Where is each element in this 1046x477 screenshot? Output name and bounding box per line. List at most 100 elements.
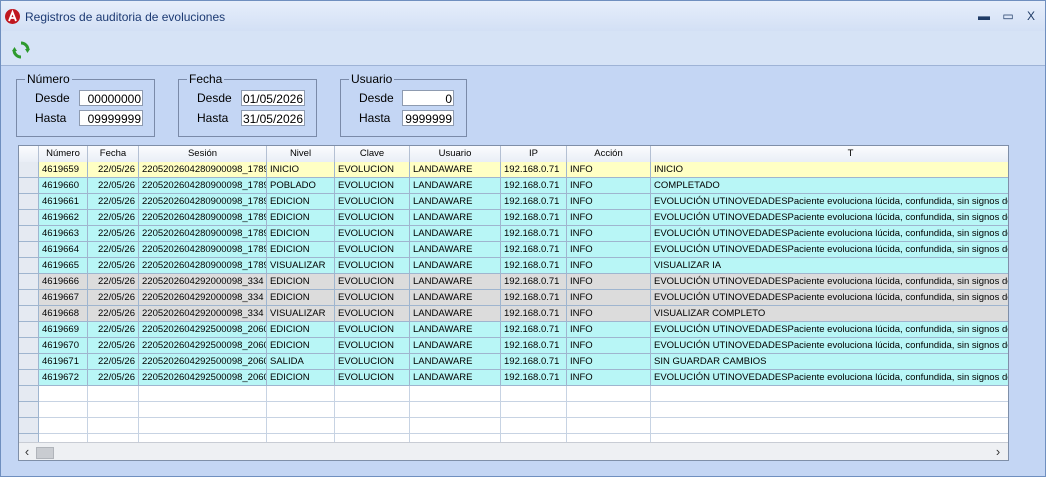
cell-nivel[interactable]: VISUALIZAR	[267, 258, 335, 274]
empty-cell[interactable]	[267, 418, 335, 434]
cell-usuario[interactable]: LANDAWARE	[410, 210, 501, 226]
table-row[interactable]: 4619659 22/05/26 2205202604280900098_1789 I…	[19, 162, 1008, 178]
cell-clave[interactable]: EVOLUCION	[335, 162, 410, 178]
empty-cell[interactable]	[88, 418, 139, 434]
scroll-right-icon[interactable]: ›	[990, 443, 1006, 460]
cell-clave[interactable]: EVOLUCION	[335, 290, 410, 306]
table-row[interactable]: 4619665 22/05/26 2205202604280900098_1789 V…	[19, 258, 1008, 274]
cell-accion[interactable]: INFO	[567, 290, 651, 306]
cell-clave[interactable]: EVOLUCION	[335, 258, 410, 274]
cell-clave[interactable]: EVOLUCION	[335, 370, 410, 386]
cell-clave[interactable]: EVOLUCION	[335, 242, 410, 258]
cell-numero[interactable]: 4619664	[39, 242, 88, 258]
cell-ip[interactable]: 192.168.0.71	[501, 306, 567, 322]
cell-numero[interactable]: 4619669	[39, 322, 88, 338]
cell-nivel[interactable]: EDICION	[267, 242, 335, 258]
cell-accion[interactable]: INFO	[567, 210, 651, 226]
row-indicator[interactable]	[19, 402, 39, 418]
cell-nivel[interactable]: SALIDA	[267, 354, 335, 370]
cell-accion[interactable]: INFO	[567, 258, 651, 274]
table-row[interactable]: 4619668 22/05/26 2205202604292000098_334 VI…	[19, 306, 1008, 322]
cell-sesion[interactable]: 2205202604280900098_1789	[139, 210, 267, 226]
cell-fecha[interactable]: 22/05/26	[88, 226, 139, 242]
cell-sesion[interactable]: 2205202604280900098_1789	[139, 258, 267, 274]
cell-texto[interactable]: EVOLUCIÓN UTINOVEDADESPaciente evolucion…	[651, 210, 1008, 226]
cell-accion[interactable]: INFO	[567, 162, 651, 178]
empty-cell[interactable]	[501, 418, 567, 434]
cell-texto[interactable]: EVOLUCIÓN UTINOVEDADESPaciente evolucion…	[651, 370, 1008, 386]
column-header-fecha[interactable]: Fecha	[88, 146, 139, 162]
close-button[interactable]: X	[1020, 7, 1042, 25]
empty-cell[interactable]	[651, 402, 1008, 418]
table-row[interactable]: 4619662 22/05/26 2205202604280900098_1789 E…	[19, 210, 1008, 226]
scroll-thumb[interactable]	[36, 447, 54, 459]
refresh-icon[interactable]	[11, 40, 31, 60]
cell-clave[interactable]: EVOLUCION	[335, 178, 410, 194]
empty-cell[interactable]	[651, 386, 1008, 402]
cell-texto[interactable]: EVOLUCIÓN UTINOVEDADESPaciente evolucion…	[651, 242, 1008, 258]
cell-nivel[interactable]: VISUALIZAR	[267, 306, 335, 322]
table-row[interactable]: 4619664 22/05/26 2205202604280900098_1789 E…	[19, 242, 1008, 258]
usuario-desde-input[interactable]: 0	[402, 90, 454, 106]
empty-cell[interactable]	[410, 386, 501, 402]
cell-fecha[interactable]: 22/05/26	[88, 354, 139, 370]
cell-texto[interactable]: EVOLUCIÓN UTINOVEDADESPaciente evolucion…	[651, 274, 1008, 290]
cell-fecha[interactable]: 22/05/26	[88, 338, 139, 354]
cell-usuario[interactable]: LANDAWARE	[410, 338, 501, 354]
row-indicator[interactable]	[19, 354, 39, 370]
cell-accion[interactable]: INFO	[567, 306, 651, 322]
cell-accion[interactable]: INFO	[567, 370, 651, 386]
cell-nivel[interactable]: EDICION	[267, 274, 335, 290]
cell-clave[interactable]: EVOLUCION	[335, 354, 410, 370]
row-indicator[interactable]	[19, 274, 39, 290]
cell-nivel[interactable]: EDICION	[267, 322, 335, 338]
empty-cell[interactable]	[139, 418, 267, 434]
table-row[interactable]: 4619660 22/05/26 2205202604280900098_1789 P…	[19, 178, 1008, 194]
column-header-texto[interactable]: T	[651, 146, 1008, 162]
cell-numero[interactable]: 4619667	[39, 290, 88, 306]
cell-usuario[interactable]: LANDAWARE	[410, 258, 501, 274]
row-indicator[interactable]	[19, 322, 39, 338]
cell-fecha[interactable]: 22/05/26	[88, 242, 139, 258]
cell-usuario[interactable]: LANDAWARE	[410, 162, 501, 178]
table-row[interactable]: 4619661 22/05/26 2205202604280900098_1789 E…	[19, 194, 1008, 210]
cell-texto[interactable]: EVOLUCIÓN UTINOVEDADESPaciente evolucion…	[651, 226, 1008, 242]
empty-cell[interactable]	[501, 402, 567, 418]
cell-usuario[interactable]: LANDAWARE	[410, 194, 501, 210]
cell-fecha[interactable]: 22/05/26	[88, 290, 139, 306]
cell-ip[interactable]: 192.168.0.71	[501, 258, 567, 274]
cell-clave[interactable]: EVOLUCION	[335, 210, 410, 226]
cell-sesion[interactable]: 2205202604292500098_20607	[139, 322, 267, 338]
cell-numero[interactable]: 4619662	[39, 210, 88, 226]
empty-cell[interactable]	[410, 402, 501, 418]
cell-nivel[interactable]: POBLADO	[267, 178, 335, 194]
cell-ip[interactable]: 192.168.0.71	[501, 226, 567, 242]
cell-texto[interactable]: COMPLETADO	[651, 178, 1008, 194]
cell-ip[interactable]: 192.168.0.71	[501, 194, 567, 210]
row-indicator[interactable]	[19, 290, 39, 306]
cell-sesion[interactable]: 2205202604292000098_334	[139, 290, 267, 306]
empty-cell[interactable]	[651, 418, 1008, 434]
column-header-nivel[interactable]: Nivel	[267, 146, 335, 162]
cell-nivel[interactable]: EDICION	[267, 226, 335, 242]
row-indicator[interactable]	[19, 370, 39, 386]
cell-numero[interactable]: 4619659	[39, 162, 88, 178]
column-header-clave[interactable]: Clave	[335, 146, 410, 162]
cell-sesion[interactable]: 2205202604292000098_334	[139, 306, 267, 322]
cell-numero[interactable]: 4619660	[39, 178, 88, 194]
empty-cell[interactable]	[88, 386, 139, 402]
cell-nivel[interactable]: EDICION	[267, 290, 335, 306]
empty-cell[interactable]	[567, 402, 651, 418]
cell-usuario[interactable]: LANDAWARE	[410, 178, 501, 194]
cell-accion[interactable]: INFO	[567, 242, 651, 258]
cell-clave[interactable]: EVOLUCION	[335, 226, 410, 242]
cell-sesion[interactable]: 2205202604280900098_1789	[139, 226, 267, 242]
cell-clave[interactable]: EVOLUCION	[335, 338, 410, 354]
cell-ip[interactable]: 192.168.0.71	[501, 338, 567, 354]
cell-accion[interactable]: INFO	[567, 226, 651, 242]
cell-numero[interactable]: 4619666	[39, 274, 88, 290]
cell-sesion[interactable]: 2205202604292500098_20607	[139, 338, 267, 354]
cell-accion[interactable]: INFO	[567, 274, 651, 290]
cell-ip[interactable]: 192.168.0.71	[501, 178, 567, 194]
empty-cell[interactable]	[335, 418, 410, 434]
